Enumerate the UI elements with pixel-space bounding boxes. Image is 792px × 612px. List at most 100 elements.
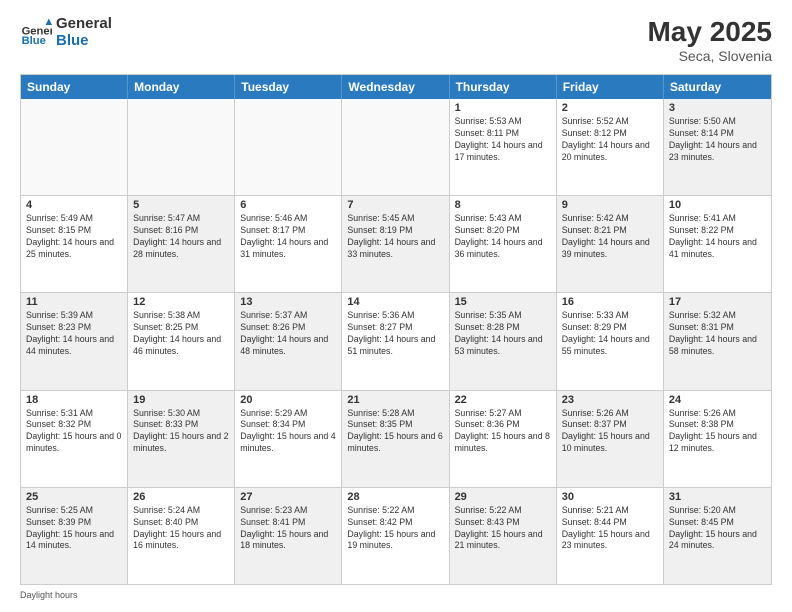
calendar-header: SundayMondayTuesdayWednesdayThursdayFrid… [21, 75, 771, 99]
calendar-day: 31 Sunrise: 5:20 AM Sunset: 8:45 PM Dayli… [664, 488, 771, 584]
svg-text:Blue: Blue [22, 35, 46, 47]
calendar-day: 6 Sunrise: 5:46 AM Sunset: 8:17 PM Daylig… [235, 196, 342, 292]
empty-day [21, 99, 128, 195]
logo-blue: Blue [56, 33, 112, 50]
day-info: Sunrise: 5:47 AM Sunset: 8:16 PM Dayligh… [133, 213, 229, 261]
day-number: 13 [240, 296, 336, 308]
day-number: 2 [562, 102, 658, 114]
day-number: 10 [669, 199, 766, 211]
day-number: 3 [669, 102, 766, 114]
day-info: Sunrise: 5:36 AM Sunset: 8:27 PM Dayligh… [347, 310, 443, 358]
calendar-day: 24 Sunrise: 5:26 AM Sunset: 8:38 PM Dayli… [664, 391, 771, 487]
logo-icon: General Blue [20, 17, 52, 49]
day-number: 16 [562, 296, 658, 308]
calendar-day: 13 Sunrise: 5:37 AM Sunset: 8:26 PM Dayli… [235, 293, 342, 389]
calendar-day: 8 Sunrise: 5:43 AM Sunset: 8:20 PM Daylig… [450, 196, 557, 292]
day-info: Sunrise: 5:29 AM Sunset: 8:34 PM Dayligh… [240, 408, 336, 456]
calendar-row: 18 Sunrise: 5:31 AM Sunset: 8:32 PM Dayli… [21, 390, 771, 487]
day-number: 24 [669, 394, 766, 406]
day-info: Sunrise: 5:42 AM Sunset: 8:21 PM Dayligh… [562, 213, 658, 261]
header: General Blue General Blue May 2025 Seca,… [20, 16, 772, 64]
daylight-label: Daylight hours [20, 590, 78, 600]
day-info: Sunrise: 5:30 AM Sunset: 8:33 PM Dayligh… [133, 408, 229, 456]
day-info: Sunrise: 5:24 AM Sunset: 8:40 PM Dayligh… [133, 505, 229, 553]
day-number: 18 [26, 394, 122, 406]
month-year: May 2025 [647, 16, 772, 48]
day-number: 23 [562, 394, 658, 406]
day-number: 25 [26, 491, 122, 503]
calendar-body: 1 Sunrise: 5:53 AM Sunset: 8:11 PM Daylig… [21, 99, 771, 584]
day-info: Sunrise: 5:27 AM Sunset: 8:36 PM Dayligh… [455, 408, 551, 456]
calendar-day: 12 Sunrise: 5:38 AM Sunset: 8:25 PM Dayli… [128, 293, 235, 389]
day-number: 14 [347, 296, 443, 308]
day-number: 4 [26, 199, 122, 211]
calendar-day: 2 Sunrise: 5:52 AM Sunset: 8:12 PM Daylig… [557, 99, 664, 195]
day-info: Sunrise: 5:26 AM Sunset: 8:37 PM Dayligh… [562, 408, 658, 456]
calendar-day: 11Sunrise: 5:39 AM Sunset: 8:23 PM Dayli… [21, 293, 128, 389]
calendar-row: 1 Sunrise: 5:53 AM Sunset: 8:11 PM Daylig… [21, 99, 771, 195]
calendar-day: 28 Sunrise: 5:22 AM Sunset: 8:42 PM Dayli… [342, 488, 449, 584]
day-number: 20 [240, 394, 336, 406]
day-of-week-header: Sunday [21, 75, 128, 99]
day-number: 29 [455, 491, 551, 503]
day-info: Sunrise: 5:22 AM Sunset: 8:42 PM Dayligh… [347, 505, 443, 553]
day-info: Sunrise: 5:25 AM Sunset: 8:39 PM Dayligh… [26, 505, 122, 553]
calendar-day: 30Sunrise: 5:21 AM Sunset: 8:44 PM Dayli… [557, 488, 664, 584]
day-info: Sunrise: 5:35 AM Sunset: 8:28 PM Dayligh… [455, 310, 551, 358]
day-info: Sunrise: 5:43 AM Sunset: 8:20 PM Dayligh… [455, 213, 551, 261]
calendar-day: 16Sunrise: 5:33 AM Sunset: 8:29 PM Dayli… [557, 293, 664, 389]
day-of-week-header: Friday [557, 75, 664, 99]
day-of-week-header: Tuesday [235, 75, 342, 99]
day-info: Sunrise: 5:20 AM Sunset: 8:45 PM Dayligh… [669, 505, 766, 553]
calendar-day: 15 Sunrise: 5:35 AM Sunset: 8:28 PM Dayli… [450, 293, 557, 389]
day-number: 27 [240, 491, 336, 503]
day-number: 12 [133, 296, 229, 308]
day-info: Sunrise: 5:21 AM Sunset: 8:44 PM Dayligh… [562, 505, 658, 553]
day-number: 22 [455, 394, 551, 406]
calendar-row: 4 Sunrise: 5:49 AM Sunset: 8:15 PM Daylig… [21, 195, 771, 292]
calendar-day: 18 Sunrise: 5:31 AM Sunset: 8:32 PM Dayli… [21, 391, 128, 487]
day-of-week-header: Wednesday [342, 75, 449, 99]
day-number: 6 [240, 199, 336, 211]
day-info: Sunrise: 5:31 AM Sunset: 8:32 PM Dayligh… [26, 408, 122, 456]
calendar-day: 3 Sunrise: 5:50 AM Sunset: 8:14 PM Daylig… [664, 99, 771, 195]
calendar-day: 27 Sunrise: 5:23 AM Sunset: 8:41 PM Dayli… [235, 488, 342, 584]
calendar-day: 7Sunrise: 5:45 AM Sunset: 8:19 PM Daylig… [342, 196, 449, 292]
day-of-week-header: Monday [128, 75, 235, 99]
day-info: Sunrise: 5:28 AM Sunset: 8:35 PM Dayligh… [347, 408, 443, 456]
empty-day [128, 99, 235, 195]
day-number: 8 [455, 199, 551, 211]
calendar-row: 11Sunrise: 5:39 AM Sunset: 8:23 PM Dayli… [21, 292, 771, 389]
day-info: Sunrise: 5:37 AM Sunset: 8:26 PM Dayligh… [240, 310, 336, 358]
day-number: 28 [347, 491, 443, 503]
logo: General Blue General Blue [20, 16, 112, 49]
day-info: Sunrise: 5:41 AM Sunset: 8:22 PM Dayligh… [669, 213, 766, 261]
day-info: Sunrise: 5:26 AM Sunset: 8:38 PM Dayligh… [669, 408, 766, 456]
day-info: Sunrise: 5:49 AM Sunset: 8:15 PM Dayligh… [26, 213, 122, 261]
day-info: Sunrise: 5:52 AM Sunset: 8:12 PM Dayligh… [562, 116, 658, 164]
day-info: Sunrise: 5:38 AM Sunset: 8:25 PM Dayligh… [133, 310, 229, 358]
day-number: 19 [133, 394, 229, 406]
day-info: Sunrise: 5:53 AM Sunset: 8:11 PM Dayligh… [455, 116, 551, 164]
day-number: 26 [133, 491, 229, 503]
calendar: SundayMondayTuesdayWednesdayThursdayFrid… [20, 74, 772, 585]
day-info: Sunrise: 5:23 AM Sunset: 8:41 PM Dayligh… [240, 505, 336, 553]
calendar-day: 25 Sunrise: 5:25 AM Sunset: 8:39 PM Dayli… [21, 488, 128, 584]
calendar-day: 9Sunrise: 5:42 AM Sunset: 8:21 PM Daylig… [557, 196, 664, 292]
day-info: Sunrise: 5:50 AM Sunset: 8:14 PM Dayligh… [669, 116, 766, 164]
title-block: May 2025 Seca, Slovenia [647, 16, 772, 64]
day-info: Sunrise: 5:46 AM Sunset: 8:17 PM Dayligh… [240, 213, 336, 261]
day-number: 1 [455, 102, 551, 114]
location: Seca, Slovenia [647, 48, 772, 64]
day-number: 31 [669, 491, 766, 503]
logo-general: General [56, 16, 112, 33]
day-number: 5 [133, 199, 229, 211]
day-info: Sunrise: 5:32 AM Sunset: 8:31 PM Dayligh… [669, 310, 766, 358]
calendar-day: 17Sunrise: 5:32 AM Sunset: 8:31 PM Dayli… [664, 293, 771, 389]
calendar-day: 14 Sunrise: 5:36 AM Sunset: 8:27 PM Dayli… [342, 293, 449, 389]
calendar-day: 5 Sunrise: 5:47 AM Sunset: 8:16 PM Daylig… [128, 196, 235, 292]
day-info: Sunrise: 5:22 AM Sunset: 8:43 PM Dayligh… [455, 505, 551, 553]
calendar-day: 26 Sunrise: 5:24 AM Sunset: 8:40 PM Dayli… [128, 488, 235, 584]
empty-day [342, 99, 449, 195]
day-number: 15 [455, 296, 551, 308]
